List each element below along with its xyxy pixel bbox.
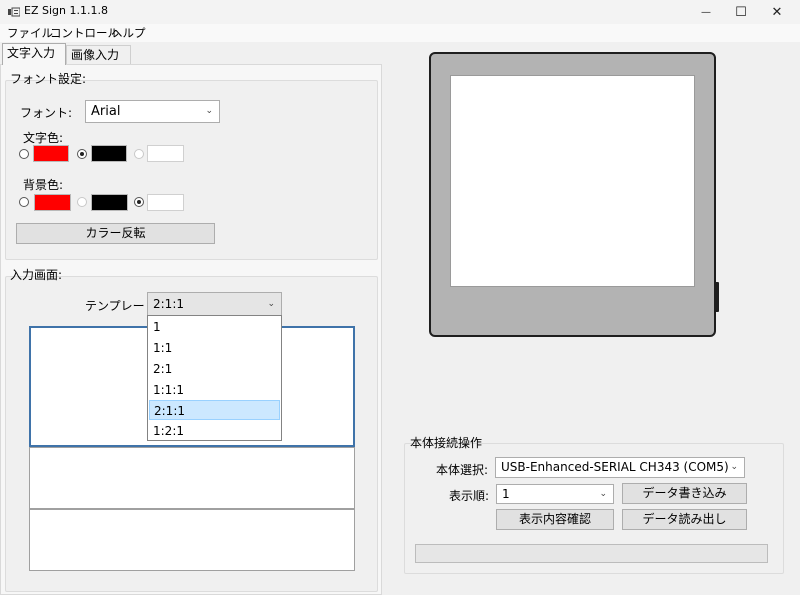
bg-color-white-swatch — [147, 194, 184, 211]
read-data-button[interactable]: データ読み出し — [622, 509, 747, 530]
bg-color-red-swatch — [34, 194, 71, 211]
text-area-2[interactable] — [29, 447, 355, 509]
minimize-icon: — — [701, 6, 711, 18]
template-option-2-1-1[interactable]: 2:1:1 — [149, 400, 280, 420]
close-button[interactable]: ✕ — [760, 0, 794, 24]
font-value: Arial — [91, 104, 121, 119]
text-area-3[interactable] — [29, 509, 355, 571]
chevron-down-icon: ⌄ — [730, 462, 738, 472]
text-color-black-radio[interactable] — [77, 149, 87, 159]
text-color-white-swatch — [147, 145, 184, 162]
template-select[interactable]: 2:1:1 ⌄ — [147, 292, 282, 316]
template-option-2-1[interactable]: 2:1 — [149, 359, 280, 379]
minimize-button[interactable]: — — [689, 0, 723, 24]
connection-title: 本体接続操作 — [410, 436, 483, 450]
template-option-1-1-1[interactable]: 1:1:1 — [149, 380, 280, 400]
input-screen-title: 入力画面: — [10, 268, 63, 282]
template-option-1-2-1[interactable]: 1:2:1 — [149, 421, 280, 441]
close-icon: ✕ — [771, 4, 783, 20]
device-side-button — [715, 282, 719, 312]
chevron-down-icon: ⌄ — [205, 106, 213, 116]
bg-color-label: 背景色: — [23, 178, 64, 192]
progress-bar — [415, 544, 768, 563]
tab-image-input[interactable]: 画像入力 — [66, 45, 131, 65]
chevron-down-icon: ⌄ — [267, 299, 275, 309]
window-title: EZ Sign 1.1.1.8 — [24, 4, 108, 17]
maximize-icon: ☐ — [735, 4, 747, 20]
text-color-red-swatch — [33, 145, 69, 162]
bg-color-black-radio — [77, 197, 87, 207]
font-label: フォント: — [20, 106, 73, 120]
device-select-value: USB-Enhanced-SERIAL CH343 (COM5) — [501, 460, 729, 474]
font-select[interactable]: Arial ⌄ — [85, 100, 220, 123]
text-color-label: 文字色: — [23, 131, 64, 145]
font-settings-title: フォント設定: — [10, 72, 87, 86]
device-select[interactable]: USB-Enhanced-SERIAL CH343 (COM5) ⌄ — [495, 457, 745, 478]
menu-help[interactable]: ヘルプ — [111, 24, 146, 42]
text-color-black-swatch — [91, 145, 127, 162]
template-value: 2:1:1 — [153, 297, 184, 311]
template-option-1-1[interactable]: 1:1 — [149, 338, 280, 358]
bg-color-black-swatch — [91, 194, 128, 211]
display-order-value: 1 — [502, 487, 510, 501]
device-screen-preview — [450, 75, 695, 287]
text-color-white-radio — [134, 149, 144, 159]
bg-color-red-radio[interactable] — [19, 197, 29, 207]
display-order-select[interactable]: 1 ⌄ — [496, 484, 614, 504]
write-data-button[interactable]: データ書き込み — [622, 483, 747, 504]
template-option-1[interactable]: 1 — [149, 317, 280, 337]
menu-bar: ファイル コントロール ヘルプ — [0, 24, 800, 42]
maximize-button[interactable]: ☐ — [724, 0, 758, 24]
template-dropdown-list: 1 1:1 2:1 1:1:1 2:1:1 1:2:1 — [147, 315, 282, 441]
display-order-label: 表示順: — [449, 489, 490, 503]
menu-control[interactable]: コントロール — [50, 24, 119, 42]
chevron-down-icon: ⌄ — [599, 489, 607, 499]
device-select-label: 本体選択: — [436, 463, 489, 477]
tab-text-input[interactable]: 文字入力 — [2, 43, 66, 65]
confirm-display-button[interactable]: 表示内容確認 — [496, 509, 614, 530]
invert-color-button[interactable]: カラー反転 — [16, 223, 215, 244]
text-color-red-radio[interactable] — [19, 149, 29, 159]
app-icon — [8, 7, 20, 17]
title-bar: EZ Sign 1.1.1.8 — ☐ ✕ — [0, 0, 800, 24]
bg-color-white-radio[interactable] — [134, 197, 144, 207]
menu-file[interactable]: ファイル — [7, 24, 53, 42]
